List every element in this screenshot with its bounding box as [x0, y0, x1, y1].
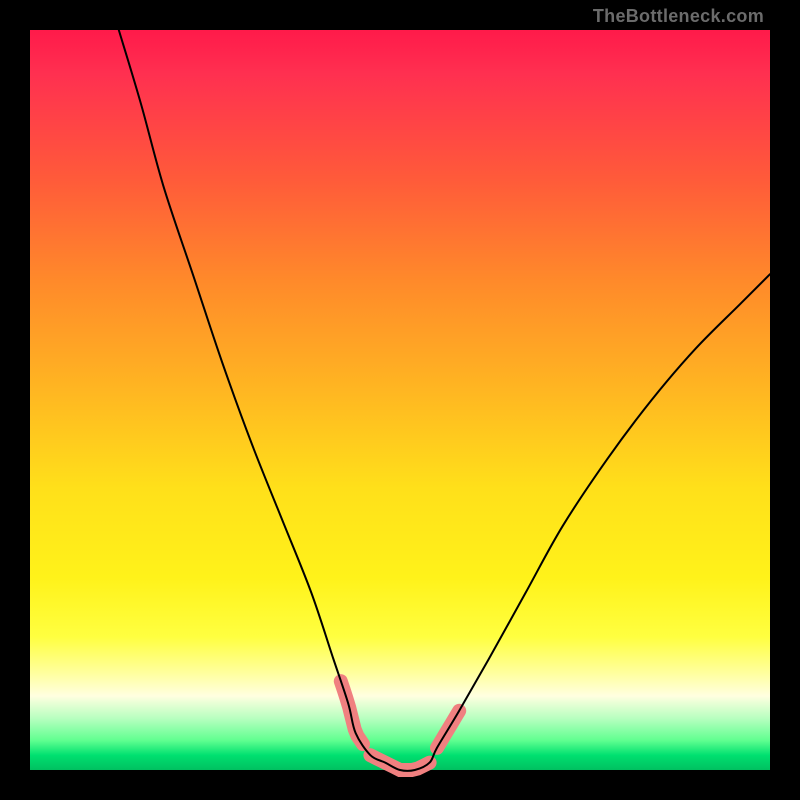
plot-area [30, 30, 770, 770]
bottleneck-curve [119, 30, 770, 771]
chart-svg [30, 30, 770, 770]
outer-frame: TheBottleneck.com [0, 0, 800, 800]
attribution-text: TheBottleneck.com [593, 6, 764, 27]
highlight-group [341, 681, 459, 770]
